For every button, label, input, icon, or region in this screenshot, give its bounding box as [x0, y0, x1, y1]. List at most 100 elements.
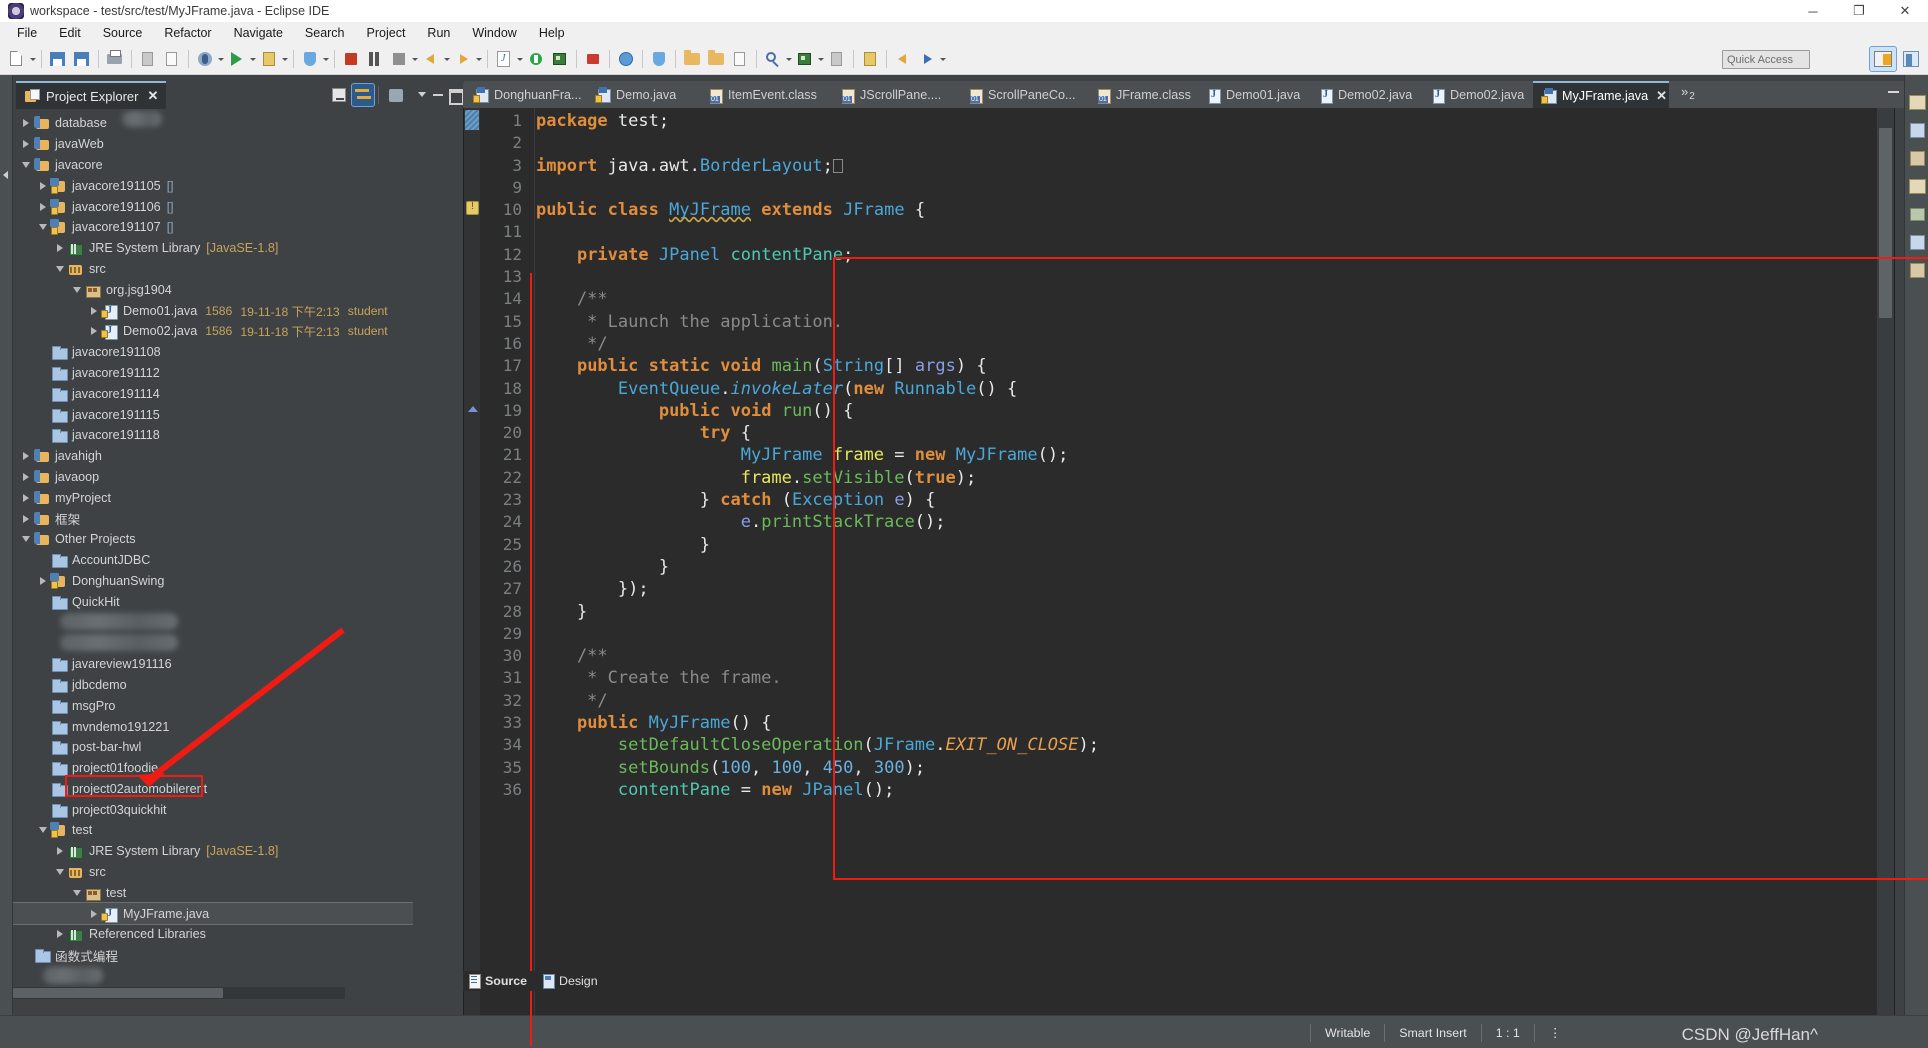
editor-tab[interactable]: Demo01.java	[1197, 81, 1309, 108]
properties-view-icon[interactable]	[1908, 149, 1926, 167]
expand-arrow-open-icon[interactable]	[53, 259, 67, 279]
new-icon[interactable]	[6, 48, 28, 70]
tree-item[interactable]: QuickHit	[13, 591, 413, 612]
tree-item[interactable]: Demo02.java158619-11-18 下午2:13student	[13, 321, 413, 342]
tree-item[interactable]	[13, 633, 413, 654]
tree-item[interactable]: 函数式编程	[13, 945, 413, 966]
next-annotation-icon[interactable]	[859, 48, 881, 70]
step-dropdown-chevron-icon[interactable]	[443, 48, 451, 70]
debug-dropdown-chevron-icon[interactable]	[217, 48, 225, 70]
tree-item[interactable]: javacore191107[]	[13, 217, 413, 238]
stop-icon[interactable]	[388, 48, 410, 70]
editor-tab[interactable]: JFrame.class	[1087, 81, 1197, 108]
menu-window[interactable]: Window	[461, 24, 527, 42]
collapse-all-icon[interactable]	[328, 84, 350, 106]
editor-tab[interactable]: JScrollPane....	[831, 81, 959, 108]
editor-tab[interactable]: DonghuanFra...	[465, 81, 587, 108]
tree-item[interactable]: javaoop	[13, 467, 413, 488]
menu-refactor[interactable]: Refactor	[153, 24, 222, 42]
new-folder-icon[interactable]	[705, 48, 727, 70]
validate-icon[interactable]	[648, 48, 670, 70]
code-editor[interactable]: 1239101112131415161718192021222324252627…	[463, 108, 1895, 1046]
tree-item[interactable]: database	[13, 113, 413, 134]
tab-design[interactable]: Design	[537, 971, 608, 991]
project-tree[interactable]: databasejavaWebjavacorejavacore191105[]j…	[13, 109, 413, 987]
expand-arrow-closed-icon[interactable]	[19, 509, 33, 529]
close-icon[interactable]: ✕	[147, 88, 158, 104]
source-code-text[interactable]: package test;import java.awt.BorderLayou…	[536, 110, 1876, 1045]
expand-arrow-open-icon[interactable]	[70, 883, 84, 903]
save-all-icon[interactable]	[71, 48, 93, 70]
java-project-chevron-icon[interactable]	[516, 48, 524, 70]
tab-project-explorer[interactable]: Project Explorer ✕	[16, 81, 166, 109]
expand-arrow-closed-icon[interactable]	[53, 924, 67, 944]
tree-item[interactable]: 框架	[13, 508, 413, 529]
expand-arrow-open-icon[interactable]	[19, 155, 33, 175]
editor-tab[interactable]: Demo.java	[587, 81, 699, 108]
problems-view-icon[interactable]	[1908, 261, 1926, 279]
run-external-icon[interactable]	[258, 48, 280, 70]
search-icon[interactable]	[762, 48, 784, 70]
open-type-icon[interactable]	[161, 48, 183, 70]
expand-arrow-closed-icon[interactable]	[19, 134, 33, 154]
terminate-icon[interactable]	[340, 48, 362, 70]
editor-tab[interactable]: Demo02.java	[1421, 81, 1533, 108]
view-menu-icon[interactable]	[385, 84, 407, 106]
new-package-icon[interactable]	[525, 48, 547, 70]
expand-arrow-closed-icon[interactable]	[36, 571, 50, 591]
console-view-icon[interactable]	[1908, 233, 1926, 251]
tree-item[interactable]: javacore191106[]	[13, 196, 413, 217]
tree-item[interactable]: javacore191108	[13, 342, 413, 363]
perspective-java-icon[interactable]	[1870, 47, 1896, 71]
expand-arrow-closed-icon[interactable]	[53, 841, 67, 861]
tree-item[interactable]: javareview191116	[13, 654, 413, 675]
tree-item[interactable]: Demo01.java158619-11-18 下午2:13student	[13, 300, 413, 321]
expand-arrow-open-icon[interactable]	[19, 529, 33, 549]
debug-icon[interactable]	[194, 48, 216, 70]
minimize-icon[interactable]	[431, 85, 445, 103]
forward-chevron-icon[interactable]	[939, 48, 947, 70]
coverage-icon[interactable]	[299, 48, 321, 70]
team-sync-icon[interactable]	[794, 48, 816, 70]
tree-item[interactable]: javacore191112	[13, 363, 413, 384]
outline-view-icon[interactable]	[1908, 93, 1926, 111]
quick-access-input[interactable]: Quick Access	[1722, 50, 1810, 69]
close-button[interactable]: ✕	[1882, 0, 1928, 22]
external-dropdown-chevron-icon[interactable]	[281, 48, 289, 70]
expand-arrow-closed-icon[interactable]	[87, 301, 101, 321]
run-icon[interactable]	[226, 48, 248, 70]
tree-item[interactable]: src	[13, 259, 413, 280]
expand-arrow-closed-icon[interactable]	[36, 197, 50, 217]
menu-source[interactable]: Source	[92, 24, 154, 42]
new-dropdown-chevron-icon[interactable]	[29, 48, 37, 70]
expand-arrow-closed-icon[interactable]	[87, 321, 101, 341]
tree-item[interactable]: javacore191115	[13, 404, 413, 425]
print-icon[interactable]	[104, 48, 126, 70]
editor-tab[interactable]: ItemEvent.class	[699, 81, 831, 108]
expand-arrow-closed-icon[interactable]	[53, 238, 67, 258]
pin-editor-icon[interactable]	[826, 48, 848, 70]
minimize-button[interactable]: ─	[1790, 0, 1836, 22]
tree-item[interactable]: AccountJDBC	[13, 550, 413, 571]
tree-item[interactable]: javacore191105[]	[13, 175, 413, 196]
marker-gutter[interactable]	[464, 108, 480, 1045]
tree-item[interactable]: JRE System Library[JavaSE-1.8]	[13, 238, 413, 259]
build-icon[interactable]	[137, 48, 159, 70]
menu-navigate[interactable]: Navigate	[223, 24, 294, 42]
coverage-dropdown-chevron-icon[interactable]	[322, 48, 330, 70]
editor-tab[interactable]: ScrollPaneCo...	[959, 81, 1087, 108]
editor-minimize-icon[interactable]	[1886, 83, 1902, 99]
tree-item[interactable]: post-bar-hwl	[13, 737, 413, 758]
open-folder-icon[interactable]	[681, 48, 703, 70]
expand-arrow-closed-icon[interactable]	[36, 176, 50, 196]
tree-item[interactable]: test	[13, 882, 413, 903]
tree-item[interactable]	[13, 966, 413, 987]
expand-arrow-closed-icon[interactable]	[87, 904, 101, 924]
code-vertical-scrollbar[interactable]	[1877, 108, 1894, 1045]
tree-item[interactable]: mvndemo191221	[13, 716, 413, 737]
expand-arrow-closed-icon[interactable]	[19, 446, 33, 466]
tab-overflow-chevron-icon[interactable]: »2	[1675, 84, 1701, 106]
step-over-chevron-icon[interactable]	[475, 48, 483, 70]
tree-item[interactable]: JRE System Library[JavaSE-1.8]	[13, 841, 413, 862]
editor-tab[interactable]: Demo02.java	[1309, 81, 1421, 108]
